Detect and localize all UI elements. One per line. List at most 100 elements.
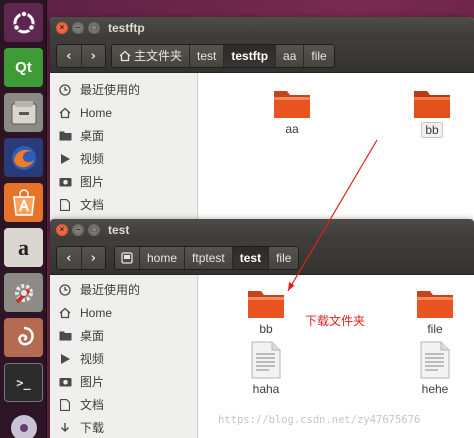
sidebar-item-home[interactable]: Home	[50, 101, 198, 124]
breadcrumb: home ftptest test file	[114, 246, 300, 270]
sidebar: 最近使用的 Home 桌面 视频 图片 文档	[50, 73, 198, 232]
clock-icon	[58, 83, 72, 97]
minimize-button[interactable]: –	[72, 22, 84, 34]
sidebar-item-desktop[interactable]: 桌面	[50, 324, 198, 347]
drive-icon	[121, 252, 133, 264]
close-button[interactable]: ×	[56, 224, 68, 236]
crumb-ftptest[interactable]: ftptest	[184, 247, 232, 269]
crumb-testftp[interactable]: testftp	[223, 45, 276, 67]
window-testftp: × – □ testftp ‹ › 主文件夹 test testftp aa f…	[50, 17, 474, 232]
window-test: × – □ test ‹ › home ftptest test file 最近…	[50, 219, 474, 438]
window-title: test	[108, 223, 130, 237]
folder-icon	[58, 129, 72, 143]
forward-button[interactable]: ›	[80, 247, 106, 269]
system-settings-icon[interactable]	[4, 273, 43, 312]
camera-icon	[58, 375, 72, 389]
video-icon	[58, 152, 72, 166]
crumb-home[interactable]: 主文件夹	[112, 45, 190, 67]
file-name: aa	[285, 122, 299, 136]
document-icon	[58, 198, 72, 212]
files-icon[interactable]	[4, 93, 43, 132]
sidebar: 最近使用的 Home 桌面 视频 图片 文档 下载	[50, 275, 198, 438]
unity-launcher: Qt a >_	[0, 0, 47, 438]
terminal-icon[interactable]: >_	[4, 363, 43, 402]
sidebar-item-label: 文档	[80, 198, 105, 212]
sidebar-item-label: Home	[80, 305, 113, 320]
dvd-icon[interactable]	[4, 408, 43, 438]
folder-icon	[417, 291, 453, 318]
crumb-filesystem[interactable]	[115, 247, 139, 269]
file-name: hehe	[421, 382, 449, 396]
nav-buttons: ‹ ›	[56, 246, 106, 270]
crumb-file[interactable]: file	[268, 247, 299, 269]
folder-file[interactable]: file	[395, 287, 474, 336]
back-button[interactable]: ‹	[57, 247, 81, 269]
home-icon	[119, 50, 131, 62]
crumb-home[interactable]: home	[139, 247, 185, 269]
sidebar-item-label: 文档	[80, 398, 105, 412]
sidebar-item-videos[interactable]: 视频	[50, 347, 198, 370]
sidebar-item-label: 图片	[80, 375, 105, 389]
sidebar-item-home[interactable]: Home	[50, 301, 198, 324]
crumb-file[interactable]: file	[303, 45, 334, 67]
folder-bb[interactable]: bb	[392, 87, 472, 138]
sidebar-item-pictures[interactable]: 图片	[50, 370, 198, 393]
sidebar-item-videos[interactable]: 视频	[50, 147, 198, 170]
nav-buttons: ‹ ›	[56, 44, 106, 68]
software-center-icon[interactable]	[4, 183, 43, 222]
close-button[interactable]: ×	[56, 22, 68, 34]
folder-aa[interactable]: aa	[252, 87, 332, 136]
sidebar-item-label: 下载	[80, 421, 105, 435]
file-name: bb	[421, 122, 443, 138]
maximize-button[interactable]: □	[88, 224, 100, 236]
titlebar: × – □ testftp	[50, 17, 474, 39]
sidebar-item-label: 桌面	[80, 329, 105, 343]
sidebar-item-label: 图片	[80, 175, 105, 189]
sidebar-item-documents[interactable]: 文档	[50, 393, 198, 416]
sidebar-item-desktop[interactable]: 桌面	[50, 124, 198, 147]
file-name: haha	[252, 382, 280, 396]
sidebar-item-recent[interactable]: 最近使用的	[50, 78, 198, 101]
crumb-label: 主文件夹	[134, 49, 183, 63]
document-icon	[58, 398, 72, 412]
folder-bb[interactable]: bb	[226, 287, 306, 336]
crumb-test[interactable]: test	[189, 45, 224, 67]
sidebar-item-downloads[interactable]: 下载	[50, 416, 198, 438]
file-name: bb	[259, 322, 273, 336]
qt-creator-icon[interactable]: Qt	[4, 48, 43, 87]
crumb-aa[interactable]: aa	[275, 45, 304, 67]
forward-button[interactable]: ›	[80, 45, 106, 67]
debian-icon[interactable]	[4, 318, 43, 357]
sidebar-item-pictures[interactable]: 图片	[50, 170, 198, 193]
maximize-button[interactable]: □	[88, 22, 100, 34]
firefox-icon[interactable]	[4, 138, 43, 177]
breadcrumb: 主文件夹 test testftp aa file	[111, 44, 335, 68]
minimize-button[interactable]: –	[72, 224, 84, 236]
text-file-icon	[251, 341, 281, 379]
sidebar-item-recent[interactable]: 最近使用的	[50, 278, 198, 301]
sidebar-item-label: Home	[80, 105, 113, 120]
file-haha[interactable]: haha	[226, 341, 306, 396]
window-title: testftp	[108, 21, 145, 35]
folder-icon	[58, 329, 72, 343]
home-icon	[58, 106, 72, 120]
toolbar: ‹ › 主文件夹 test testftp aa file	[50, 39, 474, 73]
text-file-icon	[420, 341, 450, 379]
back-button[interactable]: ‹	[57, 45, 81, 67]
folder-icon	[248, 291, 284, 318]
sidebar-item-label: 视频	[80, 152, 105, 166]
camera-icon	[58, 175, 72, 189]
watermark: https://blog.csdn.net/zy47675676	[218, 414, 421, 426]
annotation-label: 下载文件夹	[305, 314, 366, 328]
folder-icon	[414, 91, 450, 118]
amazon-icon[interactable]: a	[4, 228, 43, 267]
ubuntu-dash-icon[interactable]	[4, 3, 43, 42]
home-icon	[58, 306, 72, 320]
sidebar-item-label: 桌面	[80, 129, 105, 143]
folder-icon	[274, 91, 310, 118]
file-hehe[interactable]: hehe	[395, 341, 474, 396]
sidebar-item-label: 视频	[80, 352, 105, 366]
crumb-test[interactable]: test	[231, 247, 269, 269]
sidebar-item-documents[interactable]: 文档	[50, 193, 198, 216]
titlebar: × – □ test	[50, 219, 474, 241]
